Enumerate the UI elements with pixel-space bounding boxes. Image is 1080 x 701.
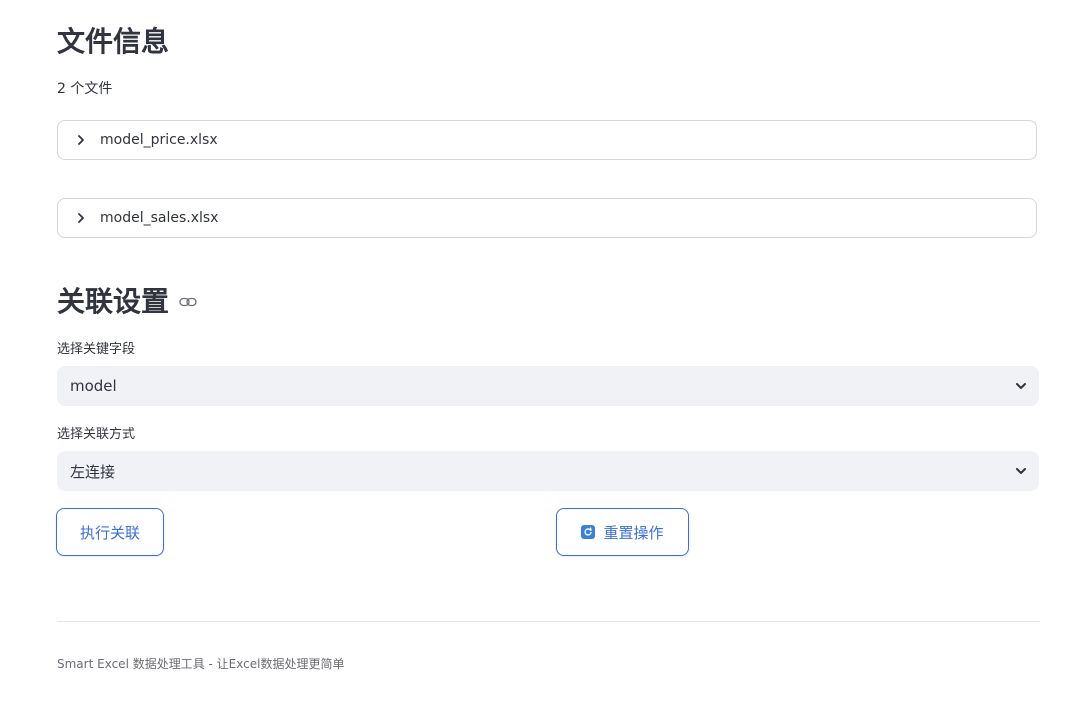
chevron-down-icon — [1015, 467, 1027, 475]
key-field-value: model — [70, 377, 117, 395]
footer-divider — [57, 621, 1040, 622]
key-field-select[interactable]: model — [57, 366, 1039, 406]
join-settings-title-text: 关联设置 — [57, 285, 170, 318]
refresh-icon — [581, 525, 596, 539]
file-name-label: model_price.xlsx — [100, 132, 218, 148]
reset-button[interactable]: 重置操作 — [556, 508, 689, 556]
join-type-value: 左连接 — [70, 462, 116, 481]
file-count-text: 2 个文件 — [57, 81, 113, 97]
page: 文件信息 2 个文件 model_price.xlsx model_sales.… — [0, 0, 1080, 701]
execute-join-label: 执行关联 — [79, 523, 140, 542]
file-info-title: 文件信息 — [57, 25, 170, 58]
join-type-select[interactable]: 左连接 — [57, 451, 1039, 491]
reset-label: 重置操作 — [603, 523, 664, 542]
chevron-down-icon — [1015, 382, 1027, 390]
link-icon[interactable] — [179, 297, 197, 307]
file-expander-model-price[interactable]: model_price.xlsx — [57, 120, 1037, 160]
join-type-label: 选择关联方式 — [57, 427, 136, 442]
key-field-label: 选择关键字段 — [57, 342, 136, 357]
file-name-label: model_sales.xlsx — [100, 210, 219, 226]
join-settings-title: 关联设置 — [57, 282, 197, 322]
file-expander-model-sales[interactable]: model_sales.xlsx — [57, 198, 1037, 238]
chevron-right-icon — [75, 212, 87, 224]
execute-join-button[interactable]: 执行关联 — [56, 508, 164, 556]
chevron-right-icon — [75, 134, 87, 146]
footer-text: Smart Excel 数据处理工具 - 让Excel数据处理更简单 — [57, 657, 345, 671]
